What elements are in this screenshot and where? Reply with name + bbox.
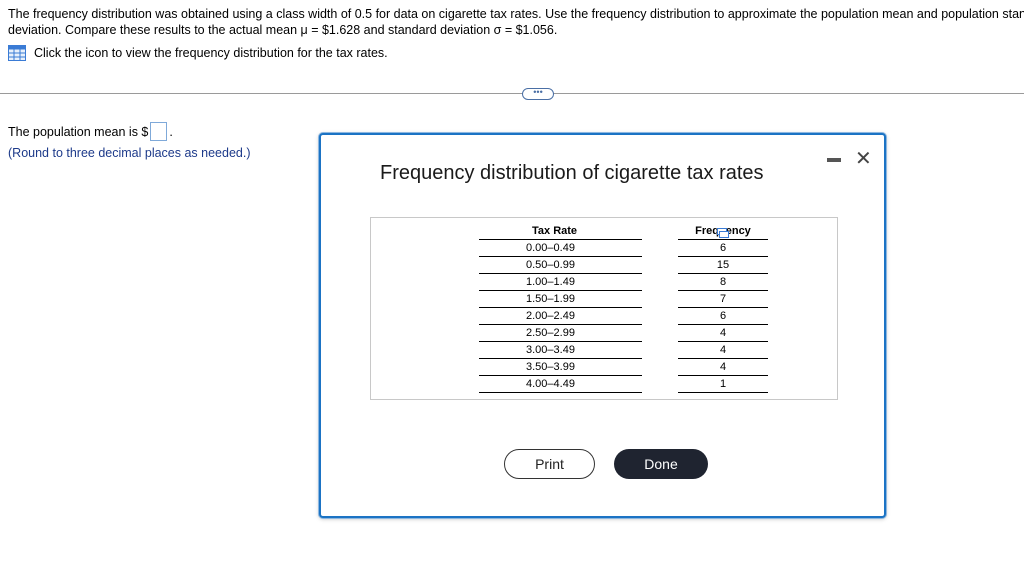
frequency-cell: 1 <box>678 375 768 393</box>
grid-table-icon[interactable] <box>8 45 26 61</box>
frequency-cell: 4 <box>678 358 768 376</box>
table-row: 3.50–3.99 4 <box>479 358 768 376</box>
view-table-row: Click the icon to view the frequency dis… <box>8 45 388 61</box>
answer-suffix: . <box>169 124 173 139</box>
frequency-cell: 6 <box>678 307 768 325</box>
tax-rate-cell: 2.00–2.49 <box>479 307 642 325</box>
frequency-cell: 7 <box>678 290 768 308</box>
tax-rate-cell: 1.00–1.49 <box>479 273 642 291</box>
dialog-title: Frequency distribution of cigarette tax … <box>380 162 764 184</box>
close-icon[interactable]: ✕ <box>855 149 872 169</box>
tax-rate-cell: 0.50–0.99 <box>479 256 642 274</box>
minimize-icon[interactable] <box>827 158 841 162</box>
tax-rate-cell: 3.50–3.99 <box>479 358 642 376</box>
population-mean-input[interactable] <box>150 122 168 141</box>
section-divider <box>0 93 1024 94</box>
table-row: 0.00–0.49 6 <box>479 239 768 257</box>
print-button[interactable]: Print <box>504 449 595 479</box>
frequency-cell: 6 <box>678 239 768 257</box>
tax-rate-cell: 2.50–2.99 <box>479 324 642 342</box>
frequency-cell: 15 <box>678 256 768 274</box>
question-line-2: deviation. Compare these results to the … <box>8 23 558 37</box>
header-tax-rate: Tax Rate <box>479 224 642 240</box>
table-row: 2.00–2.49 6 <box>479 307 768 325</box>
icon-instruction-text: Click the icon to view the frequency dis… <box>34 46 388 60</box>
frequency-table: Tax Rate Frequency 0.00–0.4960.50–0.9915… <box>479 224 768 393</box>
frequency-dialog: Frequency distribution of cigarette tax … <box>319 133 886 518</box>
answer-section: The population mean is $ . (Round to thr… <box>8 122 251 160</box>
frequency-cell: 4 <box>678 341 768 359</box>
table-row: 2.50–2.99 4 <box>479 324 768 342</box>
rounding-hint: (Round to three decimal places as needed… <box>8 146 251 160</box>
question-text: The frequency distribution was obtained … <box>8 6 1024 38</box>
frequency-cell: 8 <box>678 273 768 291</box>
frequency-cell: 4 <box>678 324 768 342</box>
tax-rate-cell: 0.00–0.49 <box>479 239 642 257</box>
tax-rate-cell: 3.00–3.49 <box>479 341 642 359</box>
table-row: 1.00–1.49 8 <box>479 273 768 291</box>
copy-icon[interactable] <box>717 227 729 238</box>
table-row: 3.00–3.49 4 <box>479 341 768 359</box>
table-frame: Tax Rate Frequency 0.00–0.4960.50–0.9915… <box>370 217 838 400</box>
tax-rate-cell: 1.50–1.99 <box>479 290 642 308</box>
done-button[interactable]: Done <box>614 449 708 479</box>
table-row: 1.50–1.99 7 <box>479 290 768 308</box>
tax-rate-cell: 4.00–4.49 <box>479 375 642 393</box>
expand-toggle-button[interactable]: ••• <box>522 88 554 100</box>
table-row: 0.50–0.99 15 <box>479 256 768 274</box>
question-line-1: The frequency distribution was obtained … <box>8 7 1024 21</box>
answer-prompt: The population mean is $ <box>8 124 149 139</box>
table-row: 4.00–4.49 1 <box>479 375 768 393</box>
